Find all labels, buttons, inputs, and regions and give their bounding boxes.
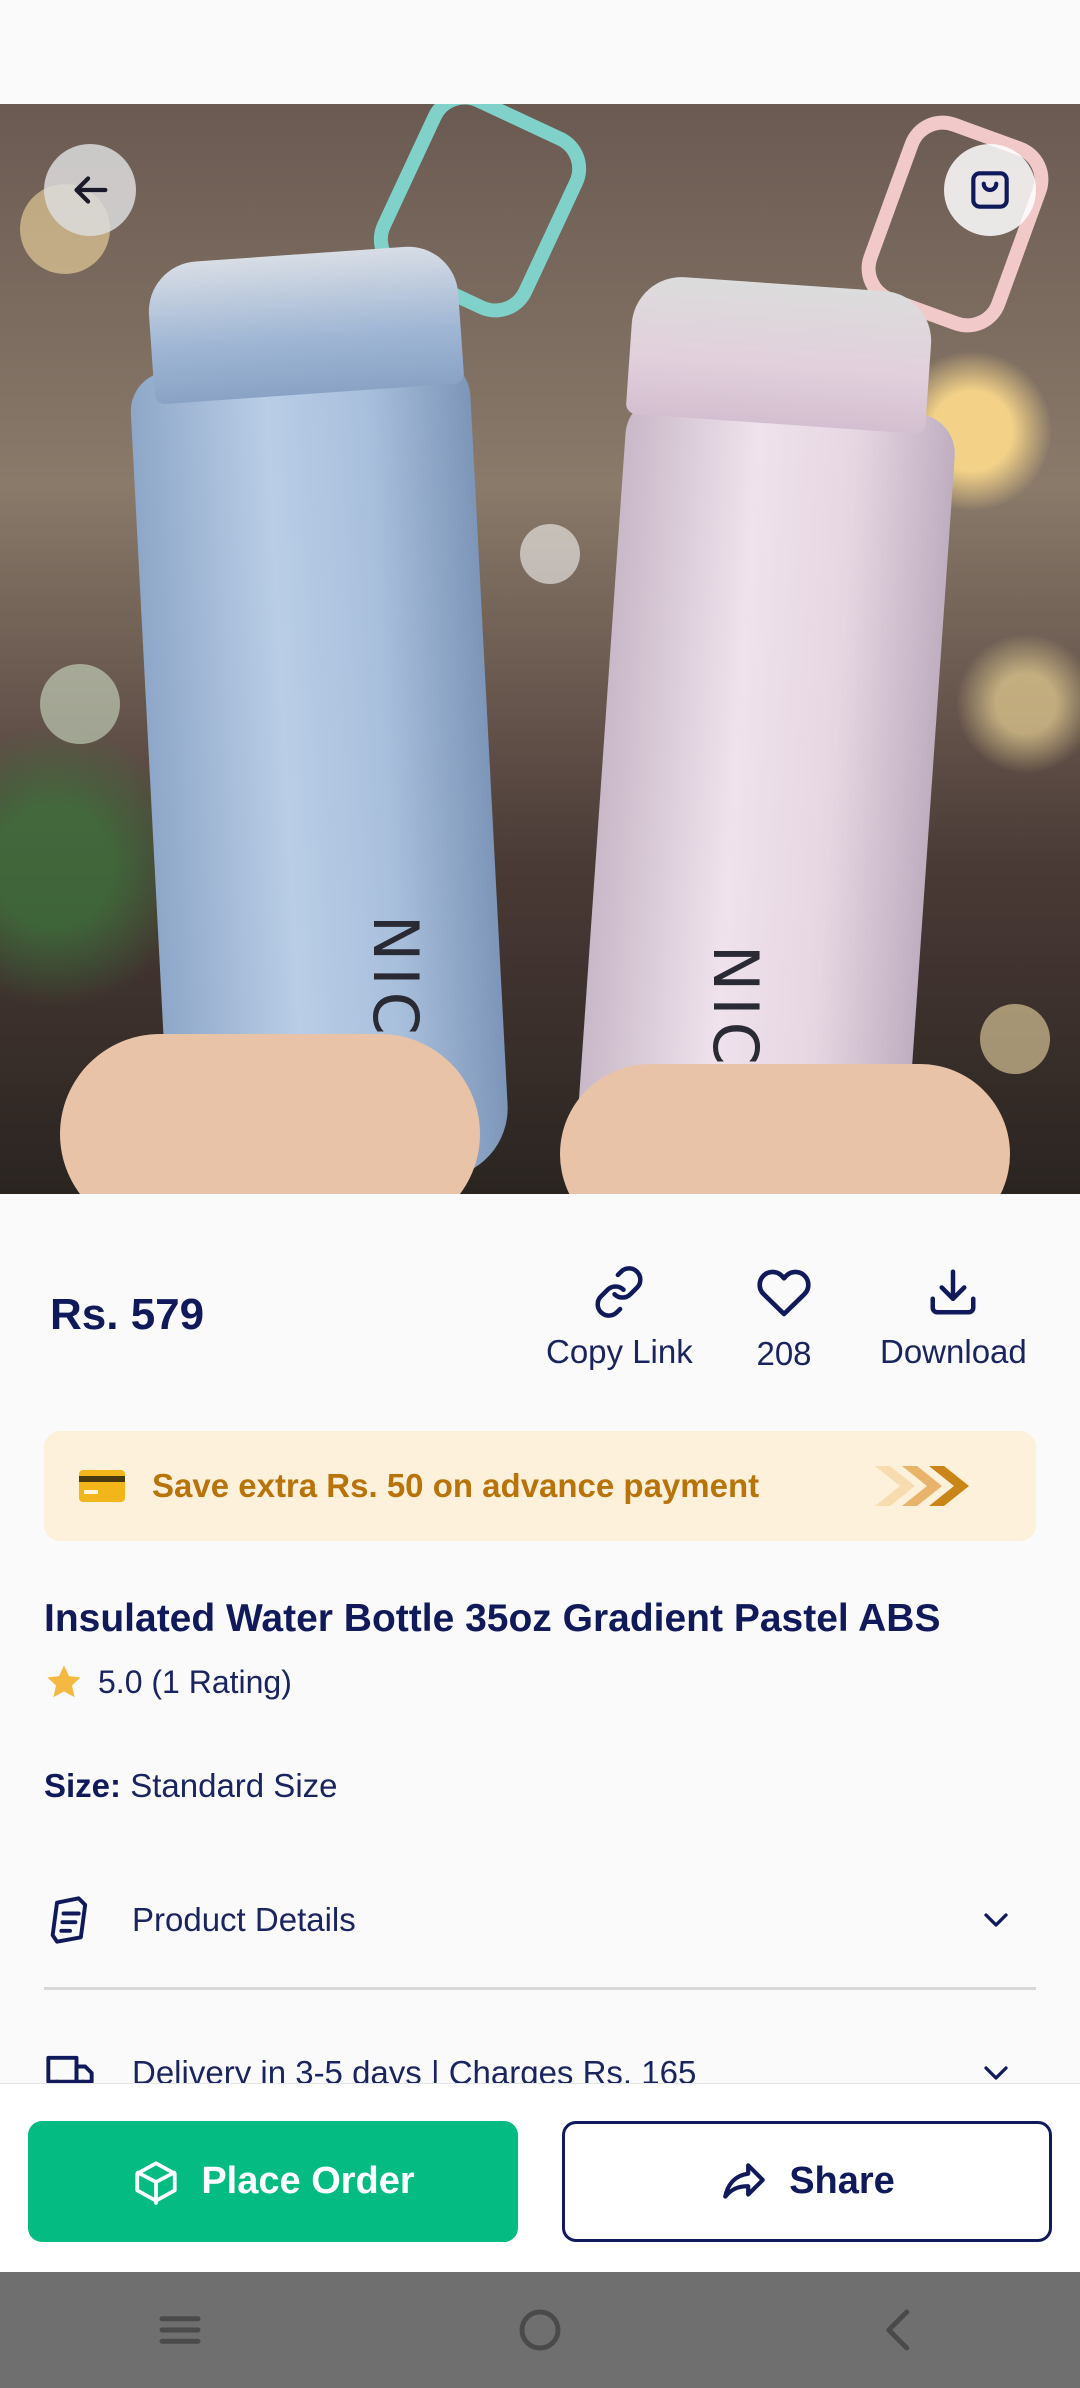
chevron-down-icon bbox=[984, 1913, 1008, 1927]
size-value: Standard Size bbox=[130, 1767, 338, 1804]
star-icon bbox=[47, 1665, 81, 1698]
bokeh-light bbox=[520, 524, 580, 584]
rating-text: 5.0 (1 Rating) bbox=[98, 1663, 292, 1700]
share-icon bbox=[723, 2162, 766, 2199]
copy-link-button[interactable]: Copy Link bbox=[546, 1265, 693, 1371]
cart-button[interactable] bbox=[944, 144, 1036, 236]
product-price: Rs. 579 bbox=[50, 1290, 205, 1339]
copy-link-label: Copy Link bbox=[546, 1333, 693, 1370]
bokeh-light bbox=[980, 1004, 1050, 1074]
product-details-row[interactable]: Product Details bbox=[44, 1890, 1036, 1950]
back-icon[interactable] bbox=[873, 2303, 927, 2357]
box-icon bbox=[135, 2160, 177, 2205]
wishlist-button[interactable]: 208 bbox=[756, 1265, 812, 1373]
download-button[interactable]: Download bbox=[880, 1265, 1027, 1371]
product-rating: 5.0 (1 Rating) bbox=[44, 1662, 292, 1702]
bottle-cap bbox=[145, 243, 465, 405]
bokeh-light bbox=[40, 664, 120, 744]
back-arrow-icon bbox=[74, 176, 108, 204]
product-image-carousel[interactable]: NICE NICE bbox=[0, 104, 1080, 1194]
system-navigation-bar bbox=[0, 2272, 1080, 2388]
place-order-label: Place Order bbox=[201, 2160, 415, 2202]
product-details-label: Product Details bbox=[132, 1901, 356, 1938]
home-icon[interactable] bbox=[513, 2303, 567, 2357]
document-icon bbox=[50, 1896, 88, 1944]
hand bbox=[60, 1034, 480, 1194]
bottom-action-bar: Place Order Share bbox=[0, 2083, 1080, 2272]
link-icon bbox=[595, 1266, 643, 1318]
size-label: Size: bbox=[44, 1767, 122, 1804]
card-icon bbox=[79, 1470, 125, 1502]
hand bbox=[560, 1064, 1010, 1194]
like-count: 208 bbox=[756, 1335, 812, 1372]
back-button[interactable] bbox=[44, 144, 136, 236]
chevrons-right-icon bbox=[875, 1466, 969, 1506]
place-order-button[interactable]: Place Order bbox=[28, 2121, 518, 2242]
menu-icon[interactable] bbox=[153, 2303, 207, 2357]
promo-text: Save extra Rs. 50 on advance payment bbox=[152, 1467, 760, 1504]
download-icon bbox=[930, 1269, 976, 1315]
share-button[interactable]: Share bbox=[562, 2121, 1052, 2242]
divider bbox=[44, 1987, 1036, 1990]
download-label: Download bbox=[880, 1333, 1027, 1370]
advance-payment-banner[interactable]: Save extra Rs. 50 on advance payment bbox=[44, 1431, 1036, 1541]
bottle-cap bbox=[625, 273, 935, 435]
share-label: Share bbox=[789, 2160, 895, 2202]
heart-icon bbox=[757, 1269, 811, 1317]
cart-icon bbox=[971, 171, 1009, 209]
size-info: Size: Standard Size bbox=[44, 1767, 338, 1805]
product-title: Insulated Water Bottle 35oz Gradient Pas… bbox=[44, 1597, 941, 1640]
status-bar bbox=[0, 0, 1080, 104]
